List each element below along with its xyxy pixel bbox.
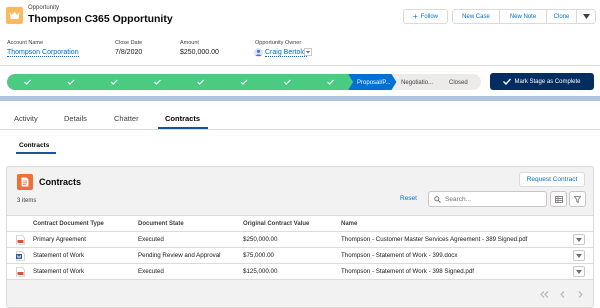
plus-icon: + (412, 11, 418, 21)
path-stage[interactable] (304, 74, 357, 90)
path-stage[interactable] (7, 74, 54, 90)
owner-link[interactable]: Craig Bertoldi (265, 49, 308, 57)
cell-state: Executed (138, 268, 164, 275)
path-stage[interactable] (175, 74, 227, 90)
mark-stage-complete-label: Mark Stage as Complete (514, 78, 581, 85)
cell-value: $125,000.00 (243, 268, 278, 275)
path-stage[interactable] (131, 74, 184, 90)
search-icon (434, 195, 441, 203)
chevron-down-icon (582, 14, 590, 19)
filter-button[interactable] (569, 191, 586, 207)
cell-type: Primary Agreement (33, 236, 86, 243)
chevron-down-icon (576, 269, 582, 274)
chevron-down-icon (576, 253, 582, 258)
cell-name[interactable]: Thompson - Customer Master Services Agre… (341, 236, 527, 243)
row-actions-button[interactable] (573, 234, 585, 245)
path-stage-list: Proposal/P... Negotiatio... Closed (7, 74, 481, 90)
follow-label: Follow (420, 13, 438, 20)
request-contract-button[interactable]: Request Contract (519, 172, 585, 187)
table-settings-button[interactable] (550, 191, 567, 207)
path-stage-label: Proposal/P... (357, 80, 391, 86)
cell-type: Statement of Work (33, 252, 85, 259)
cell-type: Statement of Work (33, 268, 85, 275)
opportunity-crown-icon (6, 7, 23, 24)
path-stage-label: Closed (449, 80, 468, 86)
path-stage[interactable] (218, 74, 270, 90)
more-actions-button[interactable] (577, 10, 595, 23)
path-stage[interactable]: Closed (434, 74, 481, 90)
cell-state: Pending Review and Approval (138, 252, 221, 259)
path-stage[interactable] (45, 74, 97, 90)
cell-name[interactable]: Thompson - Statement of Work - 399.docx (341, 252, 457, 259)
item-count: 3 items (17, 198, 37, 204)
row-actions-button[interactable] (573, 266, 585, 277)
mark-stage-complete-button[interactable]: Mark Stage as Complete (490, 73, 594, 90)
clone-button[interactable]: Clone (547, 10, 577, 23)
previous-page-button[interactable] (554, 287, 570, 301)
double-chevron-left-icon (539, 290, 548, 298)
cell-value: $250,000.00 (243, 236, 278, 243)
table-row: Primary Agreement Executed $250,000.00 T… (7, 232, 593, 248)
chevron-left-icon (559, 290, 564, 298)
tab-chatter[interactable]: Chatter (114, 114, 139, 123)
row-actions-button[interactable] (573, 250, 585, 261)
tab-contracts[interactable]: Contracts (165, 114, 200, 123)
table-row: Statement of Work Executed $125,000.00 T… (7, 264, 593, 280)
tab-activity[interactable]: Activity (14, 114, 38, 123)
record-type-label: Opportunity (28, 5, 60, 11)
table-row: Statement of Work Pending Review and App… (7, 248, 593, 264)
owner-avatar (254, 48, 263, 57)
first-page-button[interactable] (536, 287, 552, 301)
amount-value: $250,000.00 (180, 49, 219, 56)
amount-label: Amount (180, 40, 199, 46)
path-stage-label: Negotiatio... (401, 80, 433, 86)
path-stage[interactable] (88, 74, 140, 90)
account-name-label: Account Name (7, 40, 44, 46)
table-icon (554, 195, 563, 203)
record-title: Thompson C365 Opportunity (28, 13, 173, 25)
word-file-icon (16, 251, 25, 261)
cell-state: Executed (138, 236, 164, 243)
search-input[interactable] (445, 195, 540, 203)
active-tab-indicator (158, 127, 208, 129)
search-box (428, 191, 547, 207)
chevron-down-icon (576, 237, 582, 242)
cell-value: $75,000.00 (243, 252, 274, 259)
chevron-right-icon (578, 290, 583, 298)
reset-link[interactable]: Reset (400, 195, 417, 202)
close-date-value: 7/8/2020 (115, 49, 143, 56)
tab-details[interactable]: Details (64, 114, 87, 123)
check-icon (503, 78, 512, 85)
pdf-file-icon (16, 267, 25, 277)
path-stage[interactable]: Proposal/P... (348, 74, 400, 90)
table-header: Contract Document Type Document State Or… (7, 215, 593, 232)
path-stage[interactable] (261, 74, 313, 90)
account-name-link[interactable]: Thompson Corporation (7, 49, 79, 57)
pdf-file-icon (16, 235, 25, 245)
owner-label: Opportunity Owner (255, 40, 302, 46)
path-stage[interactable]: Negotiatio... (391, 74, 443, 90)
new-case-button[interactable]: New Case (453, 10, 500, 23)
cell-name[interactable]: Thompson - Statement of Work - 398 Signe… (341, 268, 474, 275)
column-header-name[interactable]: Name (341, 221, 357, 227)
column-header-state[interactable]: Document State (138, 221, 184, 227)
user-icon (255, 49, 262, 56)
tab-divider (0, 129, 600, 130)
column-header-value[interactable]: Original Contract Value (243, 221, 309, 227)
follow-button[interactable]: + Follow (404, 10, 447, 23)
subtab-contracts[interactable]: Contracts (19, 142, 49, 149)
actions-button-group: New Case New Note Clone (452, 9, 596, 24)
related-list-title: Contracts (39, 177, 82, 187)
filter-icon (574, 195, 581, 203)
follow-button-group: + Follow (403, 9, 448, 24)
column-header-type[interactable]: Contract Document Type (33, 221, 104, 227)
active-subtab-indicator (16, 152, 56, 154)
new-note-button[interactable]: New Note (500, 10, 547, 23)
next-page-button[interactable] (572, 287, 588, 301)
contract-icon (17, 174, 33, 190)
close-date-label: Close Date (115, 40, 143, 46)
owner-change-icon[interactable] (304, 48, 312, 58)
